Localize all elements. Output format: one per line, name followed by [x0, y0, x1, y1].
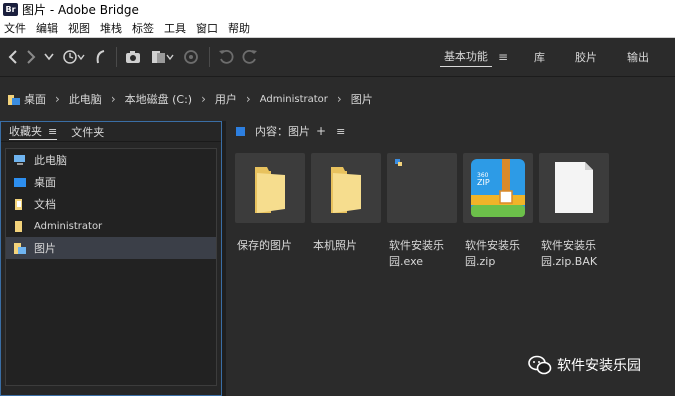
back-icon[interactable] [8, 50, 18, 64]
left-panel-tabs: 收藏夹 ≡ 文件夹 [1, 122, 221, 142]
wechat-icon [528, 355, 552, 375]
desktop-icon [14, 177, 26, 188]
rotate-right-icon[interactable] [242, 49, 258, 65]
breadcrumb-separator-icon: › [110, 92, 116, 106]
menu-edit[interactable]: 编辑 [36, 20, 58, 36]
breadcrumb-local-disk[interactable]: 本地磁盘 (C:) [125, 91, 192, 107]
camera-import-icon[interactable] [125, 50, 143, 64]
tab-folders[interactable]: 文件夹 [71, 124, 104, 140]
forward-icon[interactable] [26, 50, 36, 64]
workspace-essentials[interactable]: 基本功能 [439, 48, 492, 67]
open-in-camera-raw-icon[interactable] [183, 49, 199, 65]
thumbnail-frame [387, 153, 457, 223]
zip-archive-icon: 360 ZIP [471, 159, 525, 217]
content-panel-icon [236, 126, 245, 136]
menu-window[interactable]: 窗口 [196, 20, 218, 36]
workspace-filmstrip[interactable]: 胶片 [571, 49, 601, 65]
thumbnail-label: 软件安装乐园.exe [389, 239, 444, 268]
folder-icon [331, 167, 361, 213]
breadcrumb-desktop[interactable]: 桌面 [8, 91, 46, 107]
thumbnail-grid: 保存的图片 本机照片 软件安装乐园.exe 360 ZIP 软件安装乐园.zip… [235, 153, 615, 270]
breadcrumb-separator-icon: › [336, 92, 342, 106]
thumbnail-frame: 360 ZIP [463, 153, 533, 223]
pictures-folder-icon [14, 242, 26, 254]
breadcrumb-separator-icon: › [245, 92, 251, 106]
thumbnail-label: 保存的图片 [237, 239, 292, 252]
rotate-left-icon[interactable] [218, 49, 234, 65]
desktop-folder-icon [8, 94, 20, 105]
menu-stack[interactable]: 堆栈 [100, 20, 122, 36]
favorite-label: 桌面 [34, 176, 56, 189]
thumbnail-label: 本机照片 [313, 239, 357, 252]
breadcrumb-users[interactable]: 用户 [215, 91, 237, 107]
document-folder-icon [14, 198, 26, 210]
content-title: 内容：图片 [255, 125, 310, 138]
tab-favorites[interactable]: 收藏夹 ≡ [9, 123, 58, 140]
toolbar: 基本功能 ≡ 库 胶片 输出 [0, 38, 675, 76]
breadcrumb: 桌面 › 此电脑 › 本地磁盘 (C:) › 用户 › Administrato… [0, 76, 675, 121]
menu-label[interactable]: 标签 [132, 20, 154, 36]
favorite-label: Administrator [34, 220, 103, 232]
favorite-item-documents[interactable]: 文档 [6, 193, 216, 215]
blank-file-icon [555, 162, 593, 213]
window-title: 图片 - Adobe Bridge [22, 3, 139, 17]
thumbnail-item[interactable]: 软件安装乐园.exe [387, 153, 457, 270]
workspace-output[interactable]: 输出 [623, 49, 653, 65]
thumbnail-frame [311, 153, 381, 223]
refine-icon[interactable] [151, 49, 175, 65]
favorite-item-pictures[interactable]: 图片 [6, 237, 216, 259]
breadcrumb-pictures[interactable]: 图片 [351, 91, 373, 107]
breadcrumb-this-pc[interactable]: 此电脑 [69, 91, 102, 107]
watermark: 软件安装乐园 [528, 355, 641, 375]
favorite-label: 文档 [34, 198, 56, 211]
folder-icon [255, 167, 285, 213]
thumbnail-label: 软件安装乐园.zip.BAK [541, 239, 598, 268]
breadcrumb-separator-icon: › [55, 92, 60, 106]
menu-help[interactable]: 帮助 [228, 20, 250, 36]
toolbar-divider [209, 47, 210, 67]
chevron-down-icon[interactable] [44, 53, 54, 61]
favorite-item-this-pc[interactable]: 此电脑 [6, 149, 216, 171]
favorite-label: 图片 [34, 242, 56, 255]
title-bar: Br 图片 - Adobe Bridge [0, 0, 675, 19]
favorite-item-administrator[interactable]: Administrator [6, 215, 216, 237]
menu-tools[interactable]: 工具 [164, 20, 186, 36]
menu-view[interactable]: 视图 [68, 20, 90, 36]
panel-menu-icon[interactable]: ≡ [48, 125, 57, 138]
svg-text:ZIP: ZIP [477, 178, 490, 187]
favorites-list: 此电脑 桌面 文档 Administrator 图片 [5, 148, 217, 386]
breadcrumb-label: 桌面 [24, 93, 46, 106]
computer-icon [14, 154, 26, 166]
thumbnail-item[interactable]: 保存的图片 [235, 153, 305, 270]
workspace-switcher: 基本功能 ≡ 库 胶片 输出 [439, 38, 675, 76]
thumbnail-item[interactable]: 软件安装乐园.zip.BAK [539, 153, 609, 270]
favorites-panel: 收藏夹 ≡ 文件夹 此电脑 桌面 文档 Administrator 图片 [0, 121, 222, 396]
panel-menu-icon[interactable]: ≡ [336, 125, 345, 138]
thumbnail-label: 软件安装乐园.zip [465, 239, 520, 268]
thumbnail-item[interactable]: 360 ZIP 软件安装乐园.zip [463, 153, 533, 270]
return-icon[interactable] [94, 49, 106, 65]
breadcrumb-administrator[interactable]: Administrator [260, 94, 328, 105]
thumbnail-frame [539, 153, 609, 223]
thumbnail-item[interactable]: 本机照片 [311, 153, 381, 270]
favorite-item-desktop[interactable]: 桌面 [6, 171, 216, 193]
tab-favorites-label: 收藏夹 [9, 125, 42, 138]
user-folder-icon [14, 220, 26, 232]
workspace-menu-icon[interactable]: ≡ [498, 50, 508, 64]
content-header: 内容：图片 + ≡ [226, 121, 675, 141]
executable-icon [395, 159, 402, 166]
toolbar-divider [116, 47, 117, 67]
workspace-libraries[interactable]: 库 [530, 49, 549, 65]
menu-bar: 文件 编辑 视图 堆栈 标签 工具 窗口 帮助 [0, 19, 675, 38]
breadcrumb-separator-icon: › [201, 92, 206, 106]
watermark-text: 软件安装乐园 [557, 358, 641, 374]
menu-file[interactable]: 文件 [4, 20, 26, 36]
favorite-label: 此电脑 [34, 154, 67, 167]
recent-history-icon[interactable] [62, 49, 86, 65]
thumbnail-frame [235, 153, 305, 223]
add-tab-button[interactable]: + [316, 124, 326, 138]
bridge-app-icon: Br [3, 3, 18, 16]
